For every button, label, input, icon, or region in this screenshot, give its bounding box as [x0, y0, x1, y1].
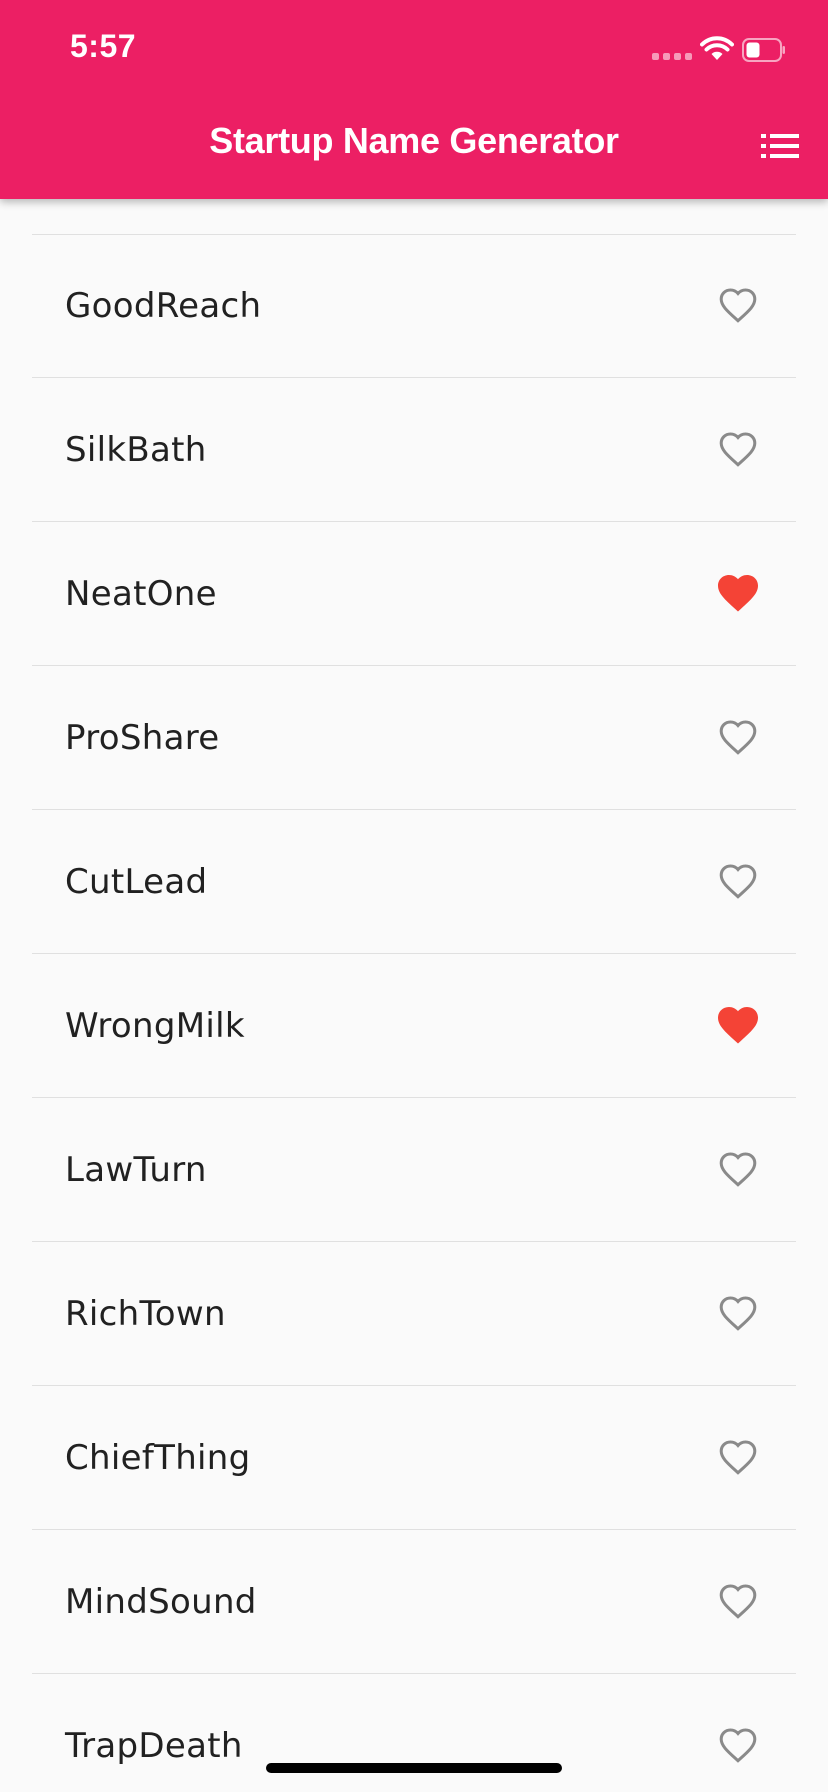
list-item-name: WrongMilk	[65, 1005, 245, 1046]
list-item-name: MindSound	[65, 1581, 257, 1622]
list-item[interactable]: TrapDeath	[32, 1674, 796, 1792]
list-item-name: CutLead	[65, 861, 208, 902]
list-item[interactable]: LawTurn	[32, 1098, 796, 1242]
list-item-name: RichTown	[65, 1293, 226, 1334]
list-item-name: ChiefThing	[65, 1437, 251, 1478]
app-header: 5:57 Startup Name Generator	[0, 0, 828, 199]
heart-outline-icon[interactable]	[716, 1292, 760, 1336]
list-icon	[761, 134, 799, 158]
list-item[interactable]: ProShare	[32, 666, 796, 810]
list-item[interactable]: NeatOne	[32, 522, 796, 666]
home-indicator[interactable]	[266, 1763, 562, 1773]
app-screen: 5:57 Startup Name Generator GoodReach Si…	[0, 0, 828, 1792]
heart-outline-icon[interactable]	[716, 1580, 760, 1624]
heart-outline-icon[interactable]	[716, 1436, 760, 1480]
status-time: 5:57	[70, 28, 137, 64]
app-title: Startup Name Generator	[209, 120, 619, 161]
saved-list-button[interactable]	[752, 118, 808, 174]
list-item[interactable]: CutLead	[32, 810, 796, 954]
heart-outline-icon[interactable]	[716, 1148, 760, 1192]
battery-icon	[742, 38, 785, 62]
list-item[interactable]: GoodReach	[32, 234, 796, 378]
list-item[interactable]: WrongMilk	[32, 954, 796, 1098]
list-item-name: TrapDeath	[65, 1725, 243, 1766]
list-item[interactable]: RichTown	[32, 1242, 796, 1386]
list-item-name: LawTurn	[65, 1149, 207, 1190]
heart-filled-icon[interactable]	[716, 1004, 760, 1048]
list-item-name: NeatOne	[65, 573, 217, 614]
heart-outline-icon[interactable]	[716, 1724, 760, 1768]
cellular-signal-icon	[652, 53, 692, 60]
heart-outline-icon[interactable]	[716, 428, 760, 472]
heart-filled-icon[interactable]	[716, 572, 760, 616]
heart-outline-icon[interactable]	[716, 716, 760, 760]
heart-outline-icon[interactable]	[716, 284, 760, 328]
list-item-name: GoodReach	[65, 285, 262, 326]
list-item[interactable]: SilkBath	[32, 378, 796, 522]
list-item-name: SilkBath	[65, 429, 207, 470]
list-item-name: ProShare	[65, 717, 220, 758]
wifi-icon	[700, 36, 734, 60]
heart-outline-icon[interactable]	[716, 860, 760, 904]
list-item[interactable]: ChiefThing	[32, 1386, 796, 1530]
list-item[interactable]: MindSound	[32, 1530, 796, 1674]
startup-name-list: GoodReach SilkBath NeatOne ProShare CutLead W…	[32, 234, 796, 1792]
